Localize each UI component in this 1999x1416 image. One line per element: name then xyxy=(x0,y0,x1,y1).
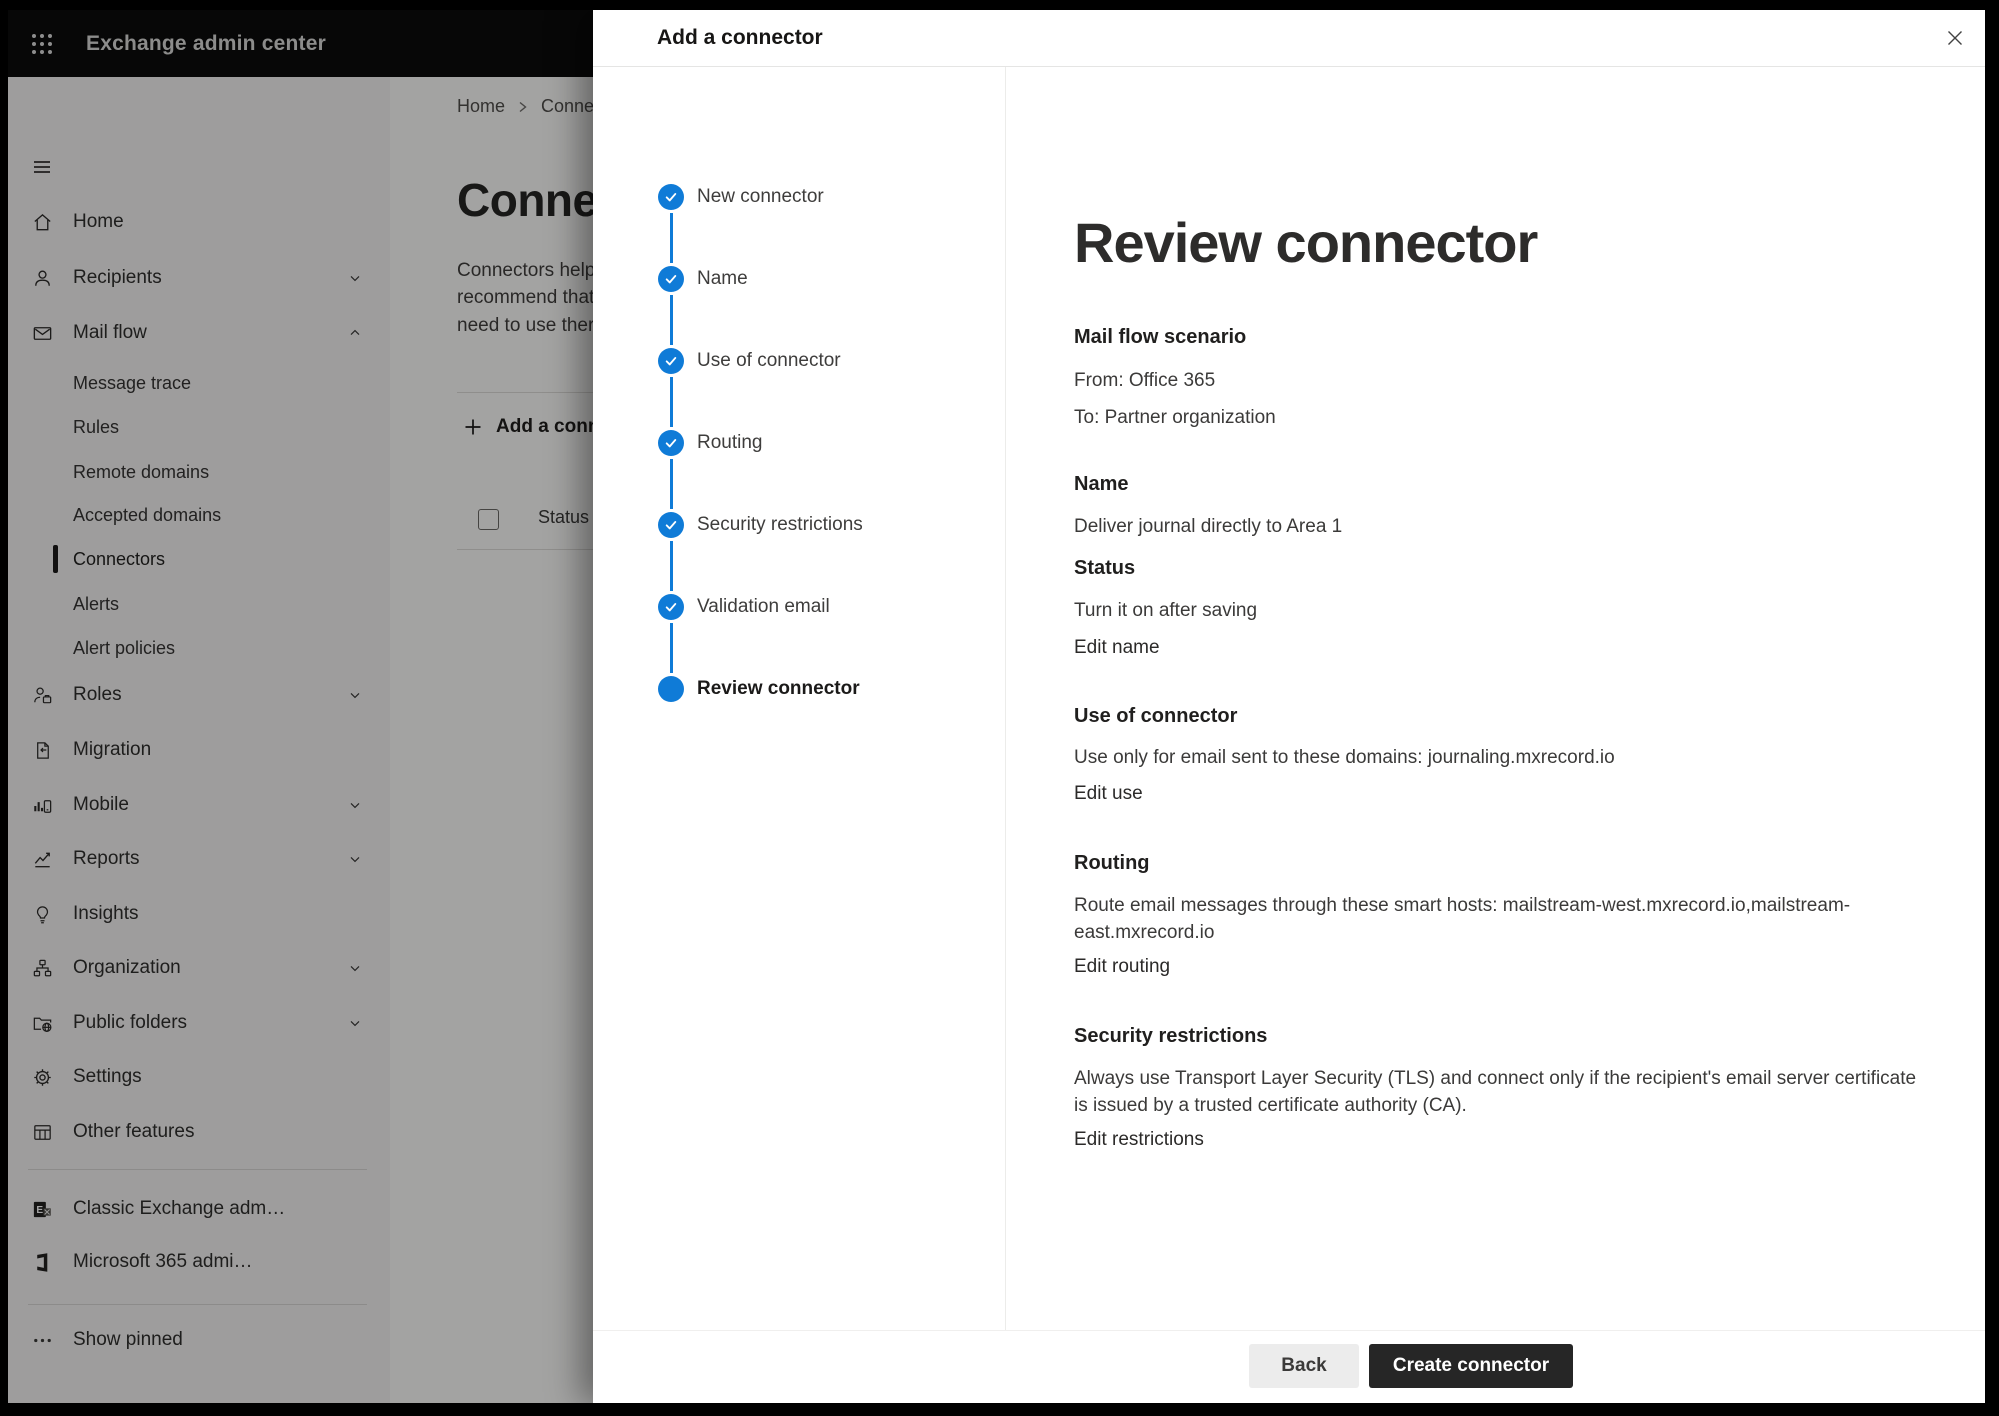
step-security-restrictions[interactable]: Security restrictions xyxy=(593,484,1005,566)
name-heading: Name xyxy=(1074,470,1128,498)
mail-flow-to: To: Partner organization xyxy=(1074,404,1276,431)
security-restrictions-heading: Security restrictions xyxy=(1074,1022,1267,1050)
edit-name-link[interactable]: Edit name xyxy=(1074,634,1160,661)
step-label: Use of connector xyxy=(697,350,841,372)
routing-value: Route email messages through these smart… xyxy=(1074,892,1932,946)
dialog-header: Add a connector xyxy=(593,10,1985,67)
step-use-of-connector[interactable]: Use of connector xyxy=(593,320,1005,402)
review-panel: Review connector Mail flow scenario From… xyxy=(1007,67,1985,1330)
review-title: Review connector xyxy=(1074,211,1537,275)
step-routing[interactable]: Routing xyxy=(593,402,1005,484)
step-complete-icon xyxy=(658,594,684,620)
step-complete-icon xyxy=(658,266,684,292)
step-complete-icon xyxy=(658,430,684,456)
security-restrictions-value: Always use Transport Layer Security (TLS… xyxy=(1074,1065,1932,1119)
mail-flow-from: From: Office 365 xyxy=(1074,367,1215,394)
use-of-connector-heading: Use of connector xyxy=(1074,702,1237,730)
screen: Exchange admin center Home Recipients xyxy=(0,0,1999,1416)
wizard-steps: New connector Name Use of connector xyxy=(593,67,1005,730)
name-value: Deliver journal directly to Area 1 xyxy=(1074,513,1342,540)
edit-use-link[interactable]: Edit use xyxy=(1074,780,1143,807)
close-button[interactable] xyxy=(1939,22,1971,54)
step-complete-icon xyxy=(658,512,684,538)
step-current-icon xyxy=(658,676,684,702)
step-label: New connector xyxy=(697,186,824,208)
edit-restrictions-link[interactable]: Edit restrictions xyxy=(1074,1126,1204,1153)
step-label: Validation email xyxy=(697,596,830,618)
step-complete-icon xyxy=(658,348,684,374)
step-label: Security restrictions xyxy=(697,514,863,536)
status-heading: Status xyxy=(1074,554,1135,582)
dialog-body: New connector Name Use of connector xyxy=(593,67,1985,1330)
step-label: Routing xyxy=(697,432,763,454)
use-of-connector-value: Use only for email sent to these domains… xyxy=(1074,744,1615,771)
edit-routing-link[interactable]: Edit routing xyxy=(1074,953,1170,980)
step-new-connector[interactable]: New connector xyxy=(593,156,1005,238)
mail-flow-scenario-heading: Mail flow scenario xyxy=(1074,323,1246,351)
status-value: Turn it on after saving xyxy=(1074,597,1257,624)
dialog-footer: Back Create connector xyxy=(593,1330,1985,1403)
step-validation-email[interactable]: Validation email xyxy=(593,566,1005,648)
wizard-steps-panel: New connector Name Use of connector xyxy=(593,67,1006,1330)
routing-heading: Routing xyxy=(1074,849,1150,877)
add-connector-dialog: Add a connector New connector xyxy=(593,10,1985,1403)
back-button[interactable]: Back xyxy=(1249,1344,1359,1388)
dialog-title: Add a connector xyxy=(657,26,823,50)
step-review-connector[interactable]: Review connector xyxy=(593,648,1005,730)
step-name[interactable]: Name xyxy=(593,238,1005,320)
close-icon xyxy=(1944,27,1966,49)
step-label: Review connector xyxy=(697,678,860,700)
step-complete-icon xyxy=(658,184,684,210)
app-window: Exchange admin center Home Recipients xyxy=(8,10,1985,1403)
create-connector-button[interactable]: Create connector xyxy=(1369,1344,1573,1388)
step-label: Name xyxy=(697,268,748,290)
